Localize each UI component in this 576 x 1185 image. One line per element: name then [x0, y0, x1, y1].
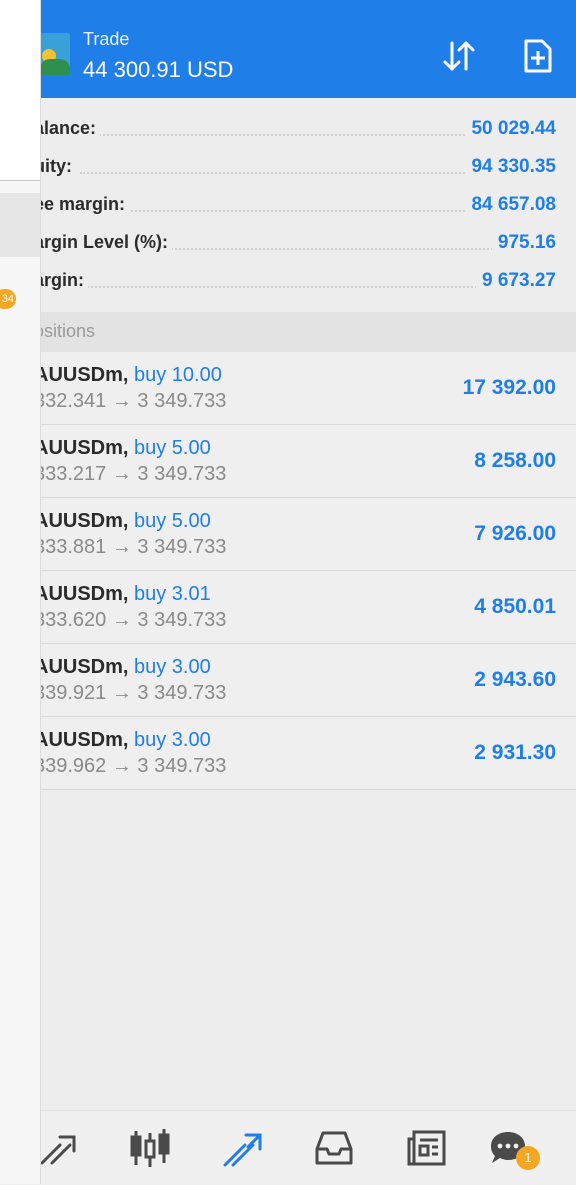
header-balance: 44 300.91 USD: [83, 57, 234, 82]
position-row[interactable]: AUUSDm, buy 5.00 333.881 → 3 349.733 7 926.…: [0, 498, 576, 571]
summary-value: 9 673.27: [476, 270, 556, 292]
position-side: buy 5.00: [134, 437, 211, 459]
sort-icon[interactable]: [441, 38, 477, 74]
position-side: buy 10.00: [134, 364, 222, 386]
summary-row: argin: 9 673.27: [0, 262, 576, 300]
positions-section-header: ositions: [0, 312, 576, 352]
summary-label: alance:: [34, 118, 101, 139]
summary-value: 975.16: [491, 232, 556, 254]
summary-value: 94 330.35: [465, 156, 556, 178]
drawer-divider: [0, 180, 40, 181]
position-symbol: AUUSDm,: [34, 510, 129, 532]
dotted-leader: [80, 286, 536, 288]
position-profit: 8 258.00: [474, 449, 556, 472]
position-prices: 339.921 → 3 349.733: [34, 682, 227, 704]
trade-icon[interactable]: [222, 1127, 264, 1169]
summary-value: 84 657.08: [465, 194, 556, 216]
account-logo-icon[interactable]: [36, 33, 70, 75]
summary-label: argin:: [34, 270, 89, 291]
position-prices: 339.962 → 3 349.733: [34, 755, 227, 777]
position-symbol: AUUSDm,: [34, 583, 129, 605]
position-side: buy 5.00: [134, 510, 211, 532]
news-icon[interactable]: [406, 1127, 448, 1169]
position-profit: 4 850.01: [474, 595, 556, 618]
account-summary: alance: 50 029.44 uity: 94 330.35 ee margin:…: [0, 110, 576, 300]
position-prices: 332.341 → 3 349.733: [34, 390, 227, 412]
summary-label: ee margin:: [34, 194, 130, 215]
position-profit: 2 931.30: [474, 741, 556, 764]
quotes-icon[interactable]: [38, 1127, 80, 1169]
positions-list: AUUSDm, buy 10.00 332.341 → 3 349.733 17 39…: [0, 352, 576, 790]
summary-value: 50 029.44: [465, 118, 556, 140]
position-prices: 333.881 → 3 349.733: [34, 536, 227, 558]
header-title: Trade: [83, 29, 130, 49]
bottom-navigation: [0, 1110, 576, 1185]
summary-row: ee margin: 84 657.08: [0, 186, 576, 224]
history-icon[interactable]: [313, 1127, 355, 1169]
drawer-account-area[interactable]: [0, 0, 40, 180]
position-row[interactable]: AUUSDm, buy 10.00 332.341 → 3 349.733 17 39…: [0, 352, 576, 425]
position-row[interactable]: AUUSDm, buy 3.01 333.620 → 3 349.733 4 850.…: [0, 571, 576, 644]
position-symbol: AUUSDm,: [34, 729, 129, 751]
position-row[interactable]: AUUSDm, buy 3.00 339.962 → 3 349.733 2 931.…: [0, 717, 576, 790]
summary-row: uity: 94 330.35: [0, 148, 576, 186]
app-header: Trade 44 300.91 USD: [0, 0, 576, 98]
position-side: buy 3.00: [134, 656, 211, 678]
position-side: buy 3.01: [134, 583, 211, 605]
summary-label: argin Level (%):: [34, 232, 173, 253]
position-side: buy 3.00: [134, 729, 211, 751]
position-symbol: AUUSDm,: [34, 364, 129, 386]
position-row[interactable]: AUUSDm, buy 5.00 333.217 → 3 349.733 8 258.…: [0, 425, 576, 498]
summary-row: alance: 50 029.44: [0, 110, 576, 148]
summary-row: argin Level (%): 975.16: [0, 224, 576, 262]
position-profit: 7 926.00: [474, 522, 556, 545]
new-order-icon[interactable]: [520, 38, 556, 74]
position-profit: 2 943.60: [474, 668, 556, 691]
chart-icon[interactable]: [129, 1127, 171, 1169]
position-row[interactable]: AUUSDm, buy 3.00 339.921 → 3 349.733 2 943.…: [0, 644, 576, 717]
drawer-badge: 34: [0, 289, 16, 309]
position-prices: 333.620 → 3 349.733: [34, 609, 227, 631]
position-symbol: AUUSDm,: [34, 656, 129, 678]
position-prices: 333.217 → 3 349.733: [34, 463, 227, 485]
chat-notification-badge: 1: [516, 1146, 540, 1170]
position-symbol: AUUSDm,: [34, 437, 129, 459]
drawer-item-selected[interactable]: [0, 193, 40, 257]
positions-title: ositions: [34, 321, 96, 341]
position-profit: 17 392.00: [462, 376, 556, 399]
side-drawer[interactable]: 34: [0, 0, 41, 1184]
